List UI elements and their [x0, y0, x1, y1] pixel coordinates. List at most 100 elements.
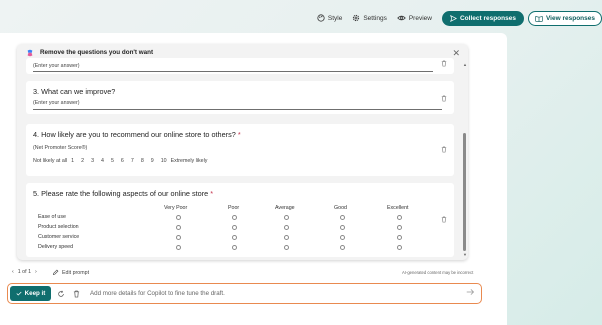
ai-disclaimer: AI-generated content may be incorrect — [402, 270, 474, 275]
likert-radio[interactable] — [340, 245, 345, 250]
q3-answer-placeholder[interactable]: (Enter your answer) — [33, 100, 80, 106]
likert-radio[interactable] — [176, 225, 181, 230]
edit-prompt-button[interactable]: Edit prompt — [52, 269, 89, 276]
eye-icon — [397, 15, 406, 21]
likert-radio[interactable] — [397, 225, 402, 230]
question-card-4: 4. How likely are you to recommend our o… — [26, 124, 454, 176]
nps-scale: Not likely at all 1 2 3 4 5 6 7 8 9 10 E… — [33, 158, 214, 164]
likert-radio[interactable] — [176, 245, 181, 250]
q4-title-text: 4. How likely are you to recommend our o… — [33, 130, 236, 139]
top-toolbar: Style Settings Preview Collect responses… — [0, 8, 602, 28]
copilot-prompt-input[interactable] — [90, 285, 472, 302]
scroll-down-icon[interactable]: ▼ — [463, 252, 467, 257]
likert-radio[interactable] — [232, 235, 237, 240]
nps-option[interactable]: 5 — [111, 158, 114, 164]
palette-icon — [317, 14, 325, 22]
trash-icon[interactable] — [441, 60, 447, 67]
discard-button[interactable] — [70, 286, 83, 301]
scrollbar-thumb[interactable] — [463, 133, 466, 251]
nps-low-label: Not likely at all — [33, 158, 68, 164]
question-card-5: 5. Please rate the following aspects of … — [26, 183, 454, 257]
checkmark-icon — [16, 291, 22, 296]
likert-column-header: Poor — [228, 205, 240, 211]
likert-radio[interactable] — [232, 225, 237, 230]
view-responses-button[interactable]: View responses — [527, 10, 602, 26]
pencil-icon — [52, 269, 59, 276]
nps-option[interactable]: 9 — [151, 158, 154, 164]
nps-option[interactable]: 1 — [71, 158, 74, 164]
likert-radio[interactable] — [232, 245, 237, 250]
nps-option[interactable]: 10 — [161, 158, 167, 164]
required-marker: * — [210, 189, 214, 198]
likert-radio[interactable] — [284, 215, 289, 220]
preview-button[interactable]: Preview — [397, 14, 432, 22]
edit-prompt-label: Edit prompt — [62, 269, 90, 276]
likert-column-header: Excellent — [387, 205, 409, 211]
nps-high-label: Extremely likely — [170, 158, 208, 164]
likert-radio[interactable] — [284, 245, 289, 250]
preview-label: Preview — [408, 14, 432, 22]
copilot-suggestion-card: Remove the questions you don't want ✕ (E… — [17, 44, 468, 260]
nps-option[interactable]: 7 — [131, 158, 134, 164]
likert-radio[interactable] — [176, 235, 181, 240]
pager-text: 1 of 1 — [17, 269, 32, 275]
q3-answer-underline — [33, 109, 442, 110]
q2-answer-placeholder[interactable]: (Enter your answer) — [33, 63, 80, 69]
style-button[interactable]: Style — [317, 14, 342, 22]
q5-title-text: 5. Please rate the following aspects of … — [33, 189, 209, 198]
trash-icon[interactable] — [441, 146, 447, 153]
likert-row-label: Customer service — [38, 234, 80, 240]
q5-title: 5. Please rate the following aspects of … — [33, 189, 213, 198]
settings-label: Settings — [363, 14, 387, 22]
likert-column-header: Very Poor — [164, 205, 188, 211]
send-icon — [450, 14, 457, 22]
prev-page-icon[interactable]: ‹ — [12, 269, 14, 275]
likert-radio[interactable] — [340, 225, 345, 230]
likert-radio[interactable] — [284, 235, 289, 240]
likert-radio[interactable] — [340, 235, 345, 240]
collect-responses-label: Collect responses — [459, 14, 516, 22]
likert-radio[interactable] — [284, 225, 289, 230]
likert-column-header: Average — [275, 205, 295, 211]
likert-radio[interactable] — [176, 215, 181, 220]
keep-it-label: Keep it — [24, 290, 46, 297]
close-icon[interactable]: ✕ — [452, 48, 460, 59]
q3-title: 3. What can we improve? — [33, 87, 116, 96]
trash-icon — [73, 290, 80, 297]
likert-row-label: Ease of use — [38, 214, 66, 220]
next-page-icon[interactable]: › — [35, 269, 37, 275]
regenerate-button[interactable] — [54, 286, 67, 301]
nps-option[interactable]: 8 — [141, 158, 144, 164]
refresh-icon — [57, 290, 64, 297]
likert-radio[interactable] — [340, 215, 345, 220]
q2-answer-underline — [33, 71, 433, 72]
nps-option[interactable]: 3 — [91, 158, 94, 164]
q4-subtitle: (Net Promoter Score®) — [33, 145, 88, 151]
likert-column-header: Good — [334, 205, 347, 211]
scrollbar[interactable] — [463, 61, 466, 259]
question-card-3: 3. What can we improve? (Enter your answ… — [26, 81, 454, 114]
keep-it-button[interactable]: Keep it — [10, 286, 51, 301]
nps-option[interactable]: 4 — [101, 158, 104, 164]
style-label: Style — [327, 14, 343, 22]
required-marker: * — [237, 130, 241, 139]
view-responses-label: View responses — [545, 14, 595, 22]
nps-option[interactable]: 2 — [81, 158, 84, 164]
likert-radio[interactable] — [397, 245, 402, 250]
copilot-icon — [27, 49, 33, 56]
likert-radio[interactable] — [397, 215, 402, 220]
question-card-2: (Enter your answer) — [26, 58, 454, 74]
settings-button[interactable]: Settings — [352, 14, 387, 22]
book-icon — [535, 15, 543, 22]
likert-radio[interactable] — [397, 235, 402, 240]
gear-icon — [353, 14, 360, 22]
likert-radio[interactable] — [232, 215, 237, 220]
likert-row-label: Delivery speed — [38, 244, 74, 250]
trash-icon[interactable] — [441, 216, 447, 223]
trash-icon[interactable] — [441, 95, 447, 102]
nps-option[interactable]: 6 — [121, 158, 124, 164]
pager: ‹ 1 of 1 › — [12, 269, 37, 275]
collect-responses-button[interactable]: Collect responses — [441, 10, 524, 26]
send-arrow-icon[interactable] — [466, 288, 475, 296]
likert-row-label: Product selection — [38, 224, 79, 230]
